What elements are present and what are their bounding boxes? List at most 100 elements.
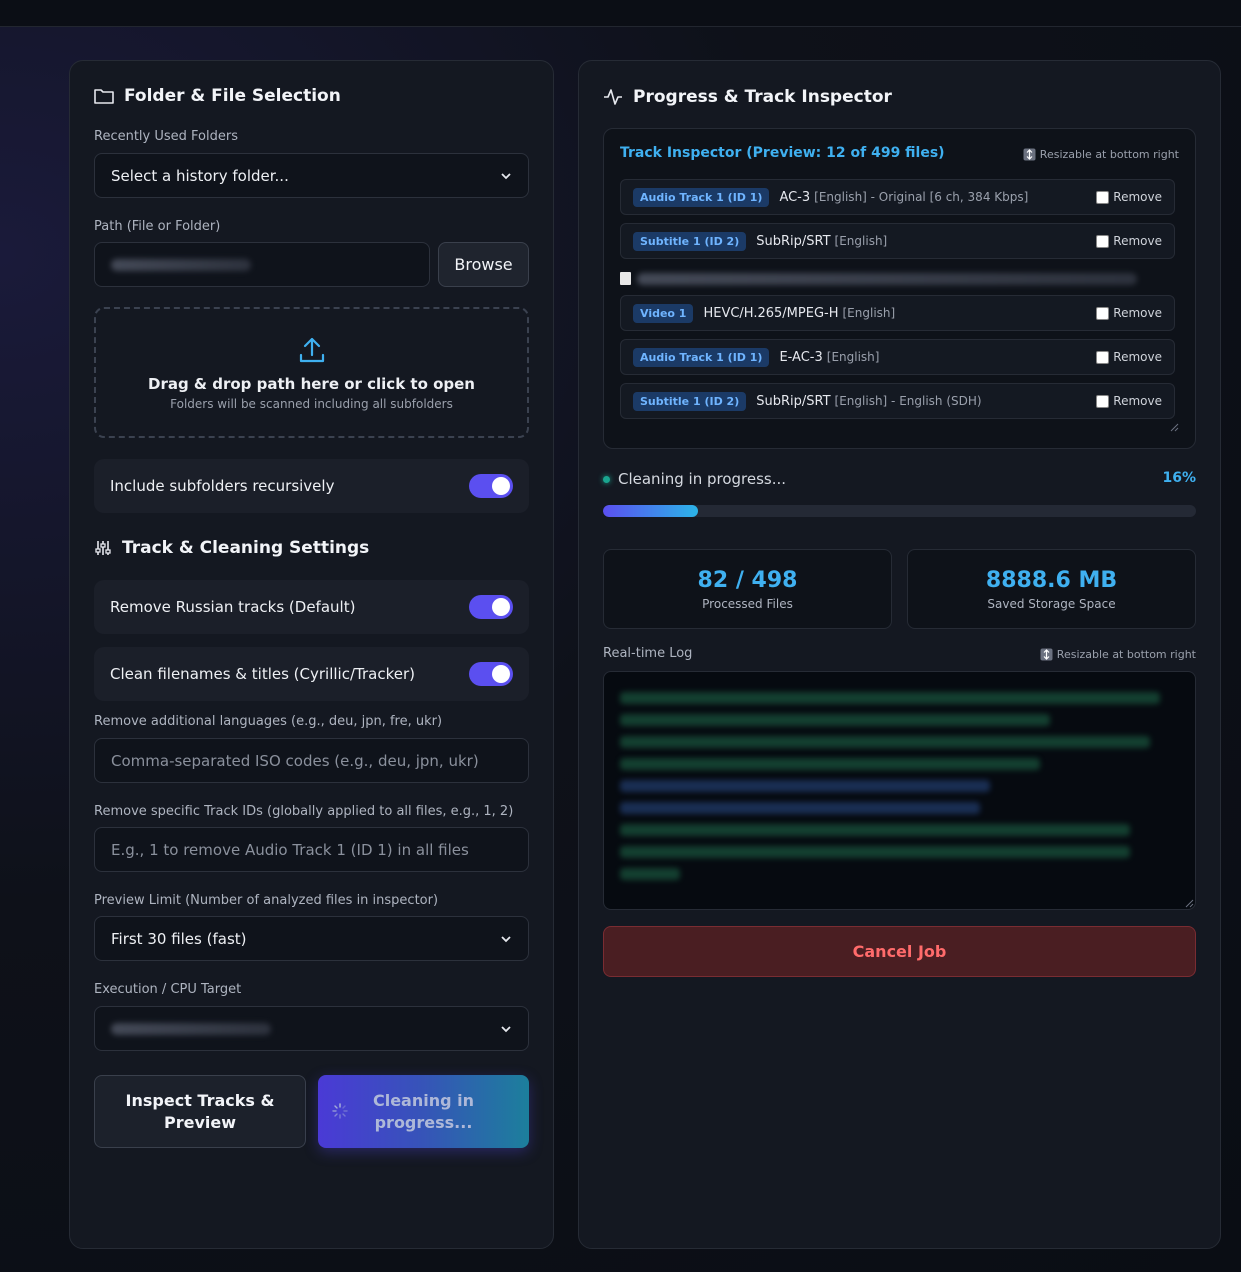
browse-button[interactable]: Browse [438, 242, 529, 287]
log-resize-hint-text: Resizable at bottom right [1056, 648, 1196, 661]
remove-checkbox[interactable] [1096, 306, 1110, 320]
track-badge: Audio Track 1 (ID 1) [633, 347, 770, 367]
remove-track-option[interactable]: Remove [1096, 234, 1162, 248]
progress-percent: 16% [1162, 470, 1196, 486]
chevron-down-icon [501, 935, 511, 942]
remove-checkbox[interactable] [1096, 394, 1110, 408]
recursive-toggle[interactable] [469, 474, 513, 498]
saved-storage-card: 8888.6 MB Saved Storage Space [907, 549, 1196, 629]
cpu-target-select[interactable] [94, 1006, 529, 1051]
track-meta: [English] [826, 350, 880, 364]
track-codec: SubRip/SRT [756, 393, 831, 409]
processed-files-caption: Processed Files [702, 596, 793, 611]
resize-icon [1040, 648, 1053, 661]
clean-names-label: Clean filenames & titles (Cyrillic/Track… [110, 665, 415, 683]
remove-checkbox[interactable] [1096, 350, 1110, 364]
languages-input[interactable]: Comma-separated ISO codes (e.g., deu, jp… [94, 738, 529, 783]
log-line [620, 692, 1160, 704]
dropzone-main-text: Drag & drop path here or click to open [148, 374, 475, 393]
recent-folders-select[interactable]: Select a history folder... [94, 153, 529, 198]
track-row: Audio Track 1 (ID 1) E-AC-3 [English] Remov… [620, 339, 1175, 375]
file-icon [620, 272, 631, 285]
track-ids-input[interactable]: E.g., 1 to remove Audio Track 1 (ID 1) i… [94, 827, 529, 872]
redacted-cpu-target [111, 1023, 271, 1035]
activity-icon [604, 89, 622, 105]
clean-names-toggle[interactable] [469, 662, 513, 686]
dropzone-sub-text: Folders will be scanned including all su… [170, 396, 453, 411]
cancel-job-button[interactable]: Cancel Job [603, 926, 1196, 977]
track-badge: Subtitle 1 (ID 2) [633, 391, 747, 411]
track-meta: [English] [842, 306, 896, 320]
track-codec: E-AC-3 [779, 349, 823, 365]
recent-folders-value: Select a history folder... [111, 166, 289, 185]
cleaning-button[interactable]: Cleaning in progress... [318, 1075, 529, 1148]
status-dot [603, 475, 610, 483]
upload-icon [299, 337, 324, 362]
remove-russian-label: Remove Russian tracks (Default) [110, 598, 356, 616]
inspector-resize-handle[interactable] [1169, 422, 1179, 432]
sliders-icon [95, 541, 111, 555]
remove-label: Remove [1113, 234, 1162, 248]
recursive-toggle-label: Include subfolders recursively [110, 477, 335, 495]
log-label: Real-time Log [603, 646, 693, 661]
preview-limit-label: Preview Limit (Number of analyzed files … [94, 893, 439, 908]
log-line [620, 846, 1130, 858]
track-ids-label: Remove specific Track IDs (globally appl… [94, 804, 514, 819]
path-label: Path (File or Folder) [94, 219, 221, 234]
status-line: Cleaning in progress... [603, 470, 786, 488]
clean-names-row[interactable]: Clean filenames & titles (Cyrillic/Track… [94, 647, 529, 701]
remove-russian-toggle[interactable] [469, 595, 513, 619]
log-line [620, 780, 990, 792]
track-codec: HEVC/H.265/MPEG-H [703, 305, 839, 321]
folder-section-title-text: Folder & File Selection [124, 86, 341, 106]
remove-track-option[interactable]: Remove [1096, 306, 1162, 320]
remove-checkbox[interactable] [1096, 234, 1110, 248]
file-name-line [620, 272, 1137, 285]
chevron-down-icon [501, 172, 511, 179]
inspect-tracks-button[interactable]: Inspect Tracks & Preview [94, 1075, 306, 1148]
track-meta: [English] - English (SDH) [834, 394, 982, 408]
track-ids-placeholder: E.g., 1 to remove Audio Track 1 (ID 1) i… [111, 840, 469, 859]
track-row: Subtitle 1 (ID 2) SubRip/SRT [English] Remo… [620, 223, 1175, 259]
languages-label: Remove additional languages (e.g., deu, … [94, 714, 443, 729]
log-line [620, 802, 980, 814]
track-row: Audio Track 1 (ID 1) AC-3 [English] - Orig… [620, 179, 1175, 215]
progress-bar [603, 505, 1196, 517]
recursive-toggle-row[interactable]: Include subfolders recursively [94, 459, 529, 513]
remove-track-option[interactable]: Remove [1096, 394, 1162, 408]
preview-limit-value: First 30 files (fast) [111, 929, 247, 948]
real-time-log[interactable] [603, 671, 1196, 910]
inspector-title: Track Inspector (Preview: 12 of 499 file… [620, 145, 945, 161]
recent-folders-label: Recently Used Folders [94, 129, 238, 144]
languages-placeholder: Comma-separated ISO codes (e.g., deu, jp… [111, 751, 479, 770]
track-codec: AC-3 [779, 189, 811, 205]
remove-russian-row[interactable]: Remove Russian tracks (Default) [94, 580, 529, 634]
resize-icon [1023, 148, 1036, 161]
inspector-resize-hint-text: Resizable at bottom right [1039, 148, 1179, 161]
processed-files-value: 82 / 498 [697, 567, 798, 593]
settings-section-title: Track & Cleaning Settings [94, 538, 369, 558]
log-line [620, 714, 1050, 726]
track-row: Subtitle 1 (ID 2) SubRip/SRT [English] - E… [620, 383, 1175, 419]
folder-section-title: Folder & File Selection [94, 86, 341, 106]
cpu-target-label: Execution / CPU Target [94, 982, 242, 997]
track-meta: [English] [834, 234, 888, 248]
remove-label: Remove [1113, 306, 1162, 320]
remove-track-option[interactable]: Remove [1096, 190, 1162, 204]
path-input[interactable] [94, 242, 430, 287]
track-badge: Subtitle 1 (ID 2) [633, 231, 747, 251]
saved-storage-caption: Saved Storage Space [987, 596, 1116, 611]
drop-zone[interactable]: Drag & drop path here or click to open F… [94, 307, 529, 438]
processed-files-card: 82 / 498 Processed Files [603, 549, 892, 629]
cleaning-button-label: Cleaning in progress... [372, 1090, 475, 1132]
log-resize-handle[interactable] [1184, 898, 1194, 908]
folder-icon [94, 89, 114, 104]
track-codec: SubRip/SRT [756, 233, 831, 249]
remove-track-option[interactable]: Remove [1096, 350, 1162, 364]
saved-storage-value: 8888.6 MB [985, 567, 1118, 593]
settings-section-title-text: Track & Cleaning Settings [122, 538, 370, 558]
chevron-down-icon [501, 1025, 511, 1032]
progress-section-title-text: Progress & Track Inspector [633, 87, 892, 107]
remove-checkbox[interactable] [1096, 190, 1110, 204]
preview-limit-select[interactable]: First 30 files (fast) [94, 916, 529, 961]
